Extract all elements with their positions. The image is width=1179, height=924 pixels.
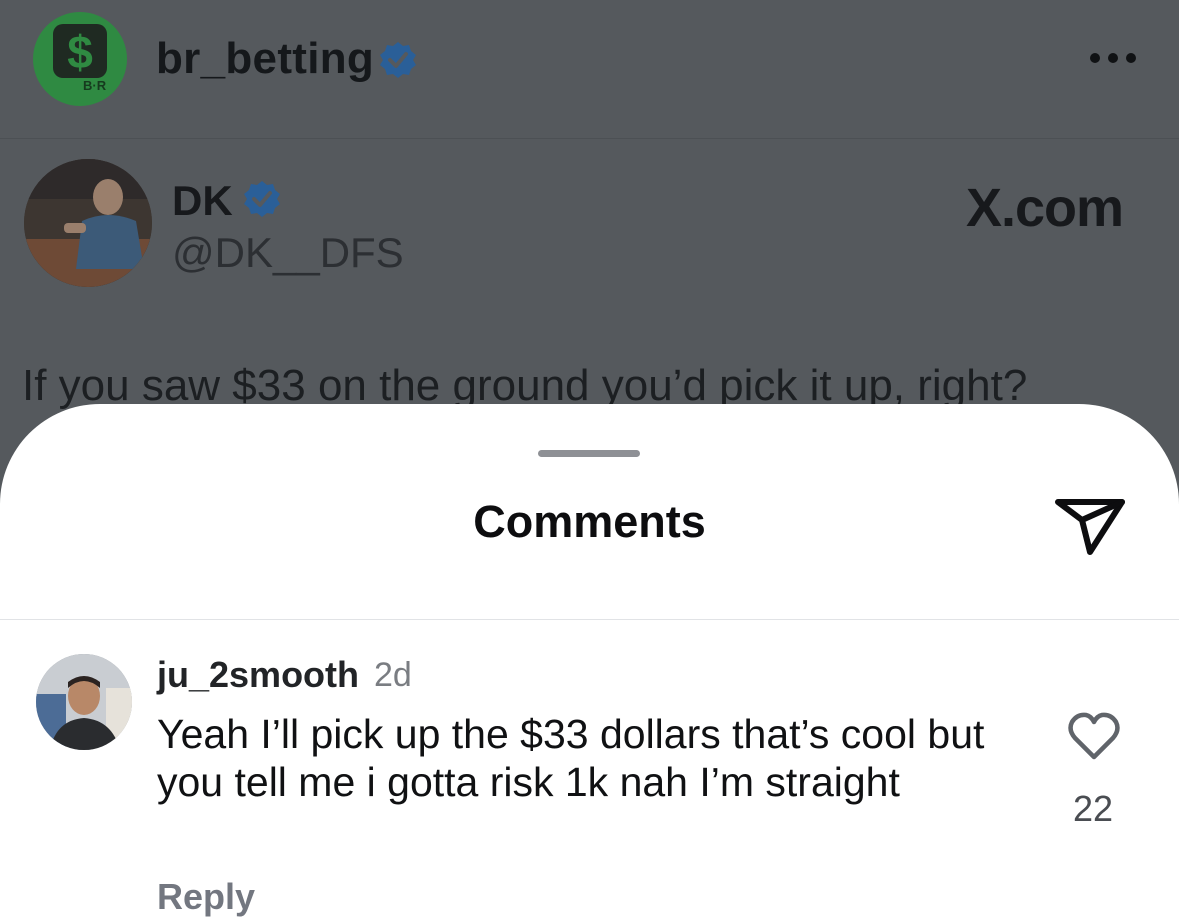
comment-username[interactable]: ju_2smooth xyxy=(157,654,359,696)
tweet-handle: @DK__DFS xyxy=(172,229,404,276)
reply-button[interactable]: Reply xyxy=(157,876,255,918)
send-icon[interactable] xyxy=(1052,490,1128,560)
sheet-title: Comments xyxy=(473,496,706,547)
svg-text:$: $ xyxy=(67,26,93,78)
verified-badge-icon xyxy=(244,181,280,217)
commenter-avatar[interactable] xyxy=(36,654,132,750)
dollar-logo-icon: $ xyxy=(53,24,107,78)
post-author-name[interactable]: br_betting xyxy=(156,34,374,84)
comment-like-count: 22 xyxy=(1072,788,1114,829)
dk-photo-icon xyxy=(24,159,152,287)
more-options-icon[interactable] xyxy=(1088,50,1138,66)
commenter-photo-icon xyxy=(36,654,132,750)
sheet-divider xyxy=(0,619,1179,620)
dk-avatar xyxy=(24,159,152,287)
comment-text: Yeah I’ll pick up the $33 dollars that’s… xyxy=(157,711,985,805)
tweet-source: X.com xyxy=(966,178,1124,238)
br-betting-avatar[interactable]: $ B·R xyxy=(33,12,127,106)
comment-time: 2d xyxy=(374,656,412,694)
avatar-tag: B·R xyxy=(83,78,107,93)
heart-icon[interactable] xyxy=(1066,710,1122,762)
post-header: $ B·R br_betting xyxy=(0,0,1179,139)
sheet-grabber[interactable] xyxy=(538,450,640,457)
verified-badge-icon xyxy=(380,42,416,78)
comments-sheet: Comments ju_2smooth 2d Yeah I’ll pick up… xyxy=(0,404,1179,924)
tweet-display-name: DK xyxy=(172,177,233,224)
